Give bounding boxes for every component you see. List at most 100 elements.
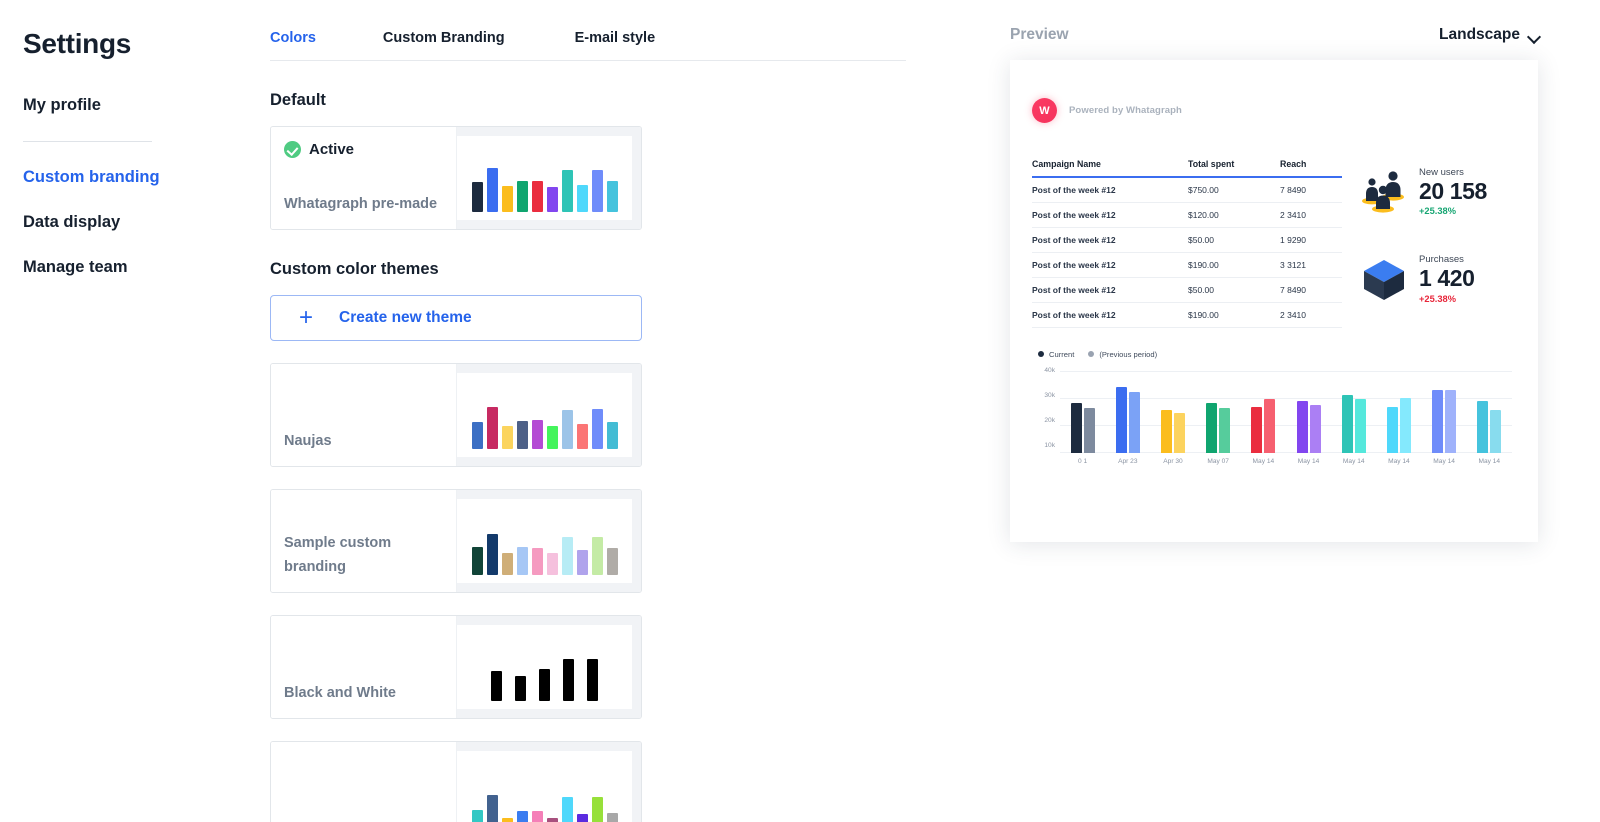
people-icon [1360, 169, 1408, 215]
swatch-bar [563, 659, 574, 701]
preview-pane: Preview Landscape W Powered by Whatagrap… [1000, 0, 1600, 822]
swatch-bar [516, 421, 528, 449]
chart-bar [1264, 398, 1276, 453]
x-axis-tick: May 14 [1433, 457, 1455, 465]
chart-bar [1309, 405, 1321, 453]
legend-item-previous: (Previous period) [1088, 350, 1157, 359]
theme-card-info: Active Whatagraph pre-made [271, 127, 457, 229]
theme-card-info: Naujas [271, 364, 457, 466]
theme-card-info: Black and White [271, 616, 457, 718]
x-axis-tick: May 14 [1297, 457, 1320, 465]
y-axis-tick: 40k [1044, 366, 1055, 374]
theme-card[interactable]: Black and White [270, 615, 642, 719]
theme-card-default[interactable]: Active Whatagraph pre-made [270, 126, 642, 230]
table-cell: $190.00 [1188, 252, 1280, 278]
table-column-header: Campaign Name [1032, 159, 1188, 178]
chart-bar [1219, 408, 1231, 453]
legend-dot [1038, 351, 1044, 358]
cube-icon [1360, 256, 1408, 302]
check-circle-icon [284, 141, 301, 158]
chart-bar [1296, 400, 1308, 453]
chart-bar [1386, 407, 1398, 453]
swatch-bar [486, 795, 498, 822]
swatch-bar [606, 181, 618, 212]
sidebar-item-manage-team[interactable]: Manage team [23, 258, 270, 277]
swatch-bar [491, 671, 502, 701]
chart-bar [1083, 408, 1095, 453]
swatch-bar [486, 534, 498, 575]
sidebar-item-data-display[interactable]: Data display [23, 213, 270, 232]
kpi-purchases: Purchases 1 420 +25.38% [1360, 254, 1512, 304]
swatch-bar [591, 409, 603, 449]
theme-name: Whatagraph pre-made [284, 196, 438, 213]
legend-dot [1088, 351, 1095, 358]
table-cell: 2 3410 [1280, 202, 1342, 228]
table-cell: Post of the week #12 [1032, 277, 1188, 303]
chart-y-axis: 40k 30k 20k 10k [1034, 366, 1060, 453]
table-column-header: Total spent [1188, 159, 1280, 178]
swatch-bar [486, 407, 498, 449]
chart-bar [1206, 403, 1218, 453]
theme-card[interactable]: Naujas [270, 363, 642, 467]
bar-group [1160, 410, 1185, 453]
tab-email-style[interactable]: E-mail style [575, 24, 656, 60]
table-row: Post of the week #12 $50.00 1 9290 [1032, 227, 1342, 253]
swatch-bar [591, 170, 603, 212]
theme-swatch-preview [457, 616, 641, 718]
swatch-bar [471, 810, 483, 822]
swatch-bar [576, 185, 588, 212]
swatch-bar [515, 676, 526, 701]
theme-swatch-preview [457, 742, 641, 822]
swatch-bar [516, 811, 528, 822]
theme-card[interactable]: Sample custom branding [270, 489, 642, 593]
x-axis-tick: Apr 30 [1163, 457, 1183, 465]
x-axis-tick: 0 1 [1078, 457, 1088, 465]
x-axis-tick: Apr 23 [1118, 457, 1138, 465]
swatch-bar [546, 187, 558, 212]
chart-bar [1070, 403, 1082, 453]
y-axis-tick: 10k [1044, 442, 1055, 450]
swatch-bar [471, 422, 483, 449]
chart-bar-groups [1060, 371, 1512, 453]
table-cell: $120.00 [1188, 202, 1280, 228]
swatch-bar [587, 659, 598, 701]
swatch-bars [457, 625, 632, 709]
theme-card[interactable] [270, 741, 642, 822]
tab-custom-branding[interactable]: Custom Branding [383, 24, 505, 60]
bar-group [1432, 390, 1457, 453]
chart-bar [1490, 410, 1502, 453]
swatch-bar [501, 553, 513, 575]
table-row: Post of the week #12 $120.00 2 3410 [1032, 202, 1342, 228]
kpi-value: 20 158 [1419, 178, 1487, 204]
bar-group [1477, 400, 1502, 453]
chart-bar [1341, 394, 1353, 453]
bar-group [1296, 400, 1321, 453]
legend-label: (Previous period) [1099, 349, 1158, 359]
bar-group [1341, 394, 1366, 453]
sidebar-item-custom-branding[interactable]: Custom branding [23, 168, 270, 187]
chart-bar [1251, 407, 1263, 453]
swatch-bar [486, 168, 498, 212]
sidebar-divider [23, 141, 152, 142]
chart-bar [1173, 412, 1185, 453]
sidebar-item-my-profile[interactable]: My profile [23, 96, 270, 115]
theme-card-info [271, 742, 457, 822]
chart-bar [1432, 390, 1444, 453]
settings-page: Settings My profile Custom branding Data… [0, 0, 1600, 822]
swatch-bar [546, 818, 558, 822]
swatch-bar [606, 548, 618, 575]
kpi-delta: +25.38% [1419, 206, 1456, 217]
orientation-select[interactable]: Landscape [1439, 26, 1540, 44]
swatch-bar [516, 547, 528, 575]
chart-plot-area: 40k 30k 20k 10k [1034, 366, 1512, 453]
swatch-bar [606, 813, 618, 822]
tab-colors[interactable]: Colors [270, 24, 316, 60]
table-cell: $50.00 [1188, 227, 1280, 253]
swatch-bar [531, 811, 543, 822]
whatagraph-logo: W [1032, 98, 1057, 123]
table-cell: 1 9290 [1280, 227, 1342, 253]
create-new-theme-button[interactable]: + Create new theme [270, 295, 642, 341]
bar-group [1206, 403, 1231, 453]
x-axis-tick: May 14 [1478, 457, 1501, 465]
table-cell: 2 3410 [1280, 302, 1342, 328]
